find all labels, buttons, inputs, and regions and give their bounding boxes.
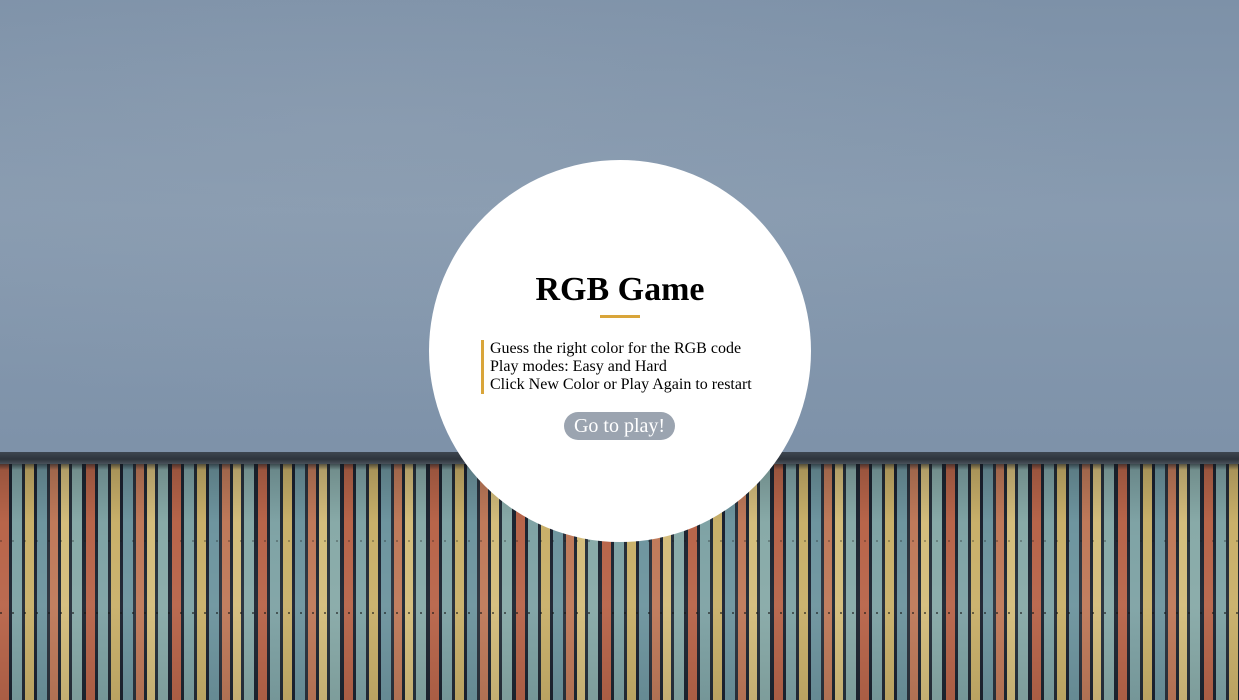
go-to-play-button[interactable]: Go to play!: [564, 412, 675, 440]
title-underline: [600, 315, 640, 318]
page-background: RGB Game Guess the right color for the R…: [0, 0, 1239, 700]
facade-rivets-lower: [0, 612, 1239, 614]
rule-item: Play modes: Easy and Hard: [490, 358, 667, 375]
rule-item: Click New Color or Play Again to restart: [490, 376, 752, 393]
page-title: RGB Game: [535, 271, 705, 308]
intro-card: RGB Game Guess the right color for the R…: [429, 160, 811, 542]
rule-item: Guess the right color for the RGB code: [490, 340, 742, 357]
rules-list: Guess the right color for the RGB code P…: [481, 340, 780, 394]
